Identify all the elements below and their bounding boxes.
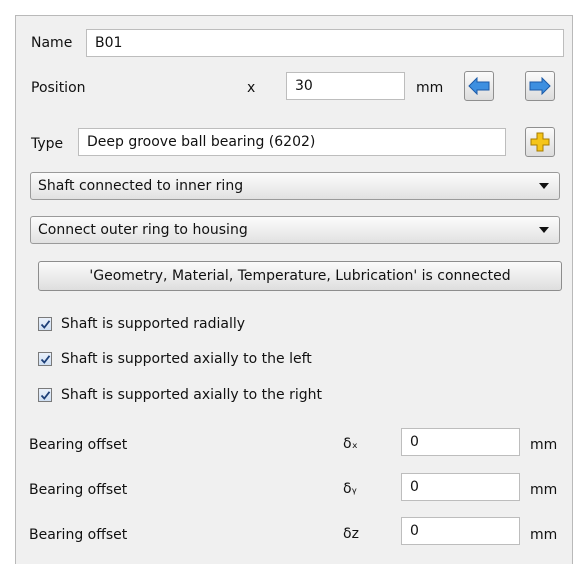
chevron-down-icon (539, 183, 549, 189)
move-right-button[interactable] (525, 71, 555, 101)
bearing-properties-panel: Name B01 Position x 30 mm Type Deep groo… (15, 15, 573, 564)
offset-z-input[interactable]: 0 (401, 517, 520, 545)
offset-z-symbol: δz (343, 526, 359, 542)
arrow-left-icon (468, 77, 490, 95)
offset-x-input[interactable]: 0 (401, 428, 520, 456)
inner-ring-select[interactable]: Shaft connected to inner ring (30, 172, 560, 200)
position-unit: mm (416, 80, 444, 96)
connect-properties-button[interactable]: 'Geometry, Material, Temperature, Lubric… (38, 261, 562, 291)
offset-y-symbol: δᵧ (343, 481, 357, 497)
support-axial-right-checkbox[interactable] (38, 388, 52, 402)
offset-z-label: Bearing offset (29, 527, 128, 543)
move-left-button[interactable] (464, 71, 494, 101)
offset-y-input[interactable]: 0 (401, 473, 520, 501)
checkmark-icon (40, 391, 51, 400)
position-label: Position (31, 80, 86, 96)
position-axis-label: x (247, 80, 256, 96)
support-axial-left-label: Shaft is supported axially to the left (61, 351, 312, 367)
inner-ring-select-value: Shaft connected to inner ring (38, 178, 244, 194)
offset-x-symbol: δₓ (343, 436, 358, 452)
position-x-input[interactable]: 30 (286, 72, 405, 100)
offset-y-unit: mm (530, 482, 558, 498)
offset-x-unit: mm (530, 437, 558, 453)
support-radial-checkbox[interactable] (38, 317, 52, 331)
name-input[interactable]: B01 (86, 29, 564, 57)
offset-x-label: Bearing offset (29, 437, 128, 453)
offset-z-unit: mm (530, 527, 558, 543)
offset-y-label: Bearing offset (29, 482, 128, 498)
arrow-right-icon (529, 77, 551, 95)
type-label: Type (31, 136, 64, 152)
support-axial-right-label: Shaft is supported axially to the right (61, 387, 322, 403)
plus-icon (530, 132, 550, 152)
select-type-button[interactable] (525, 127, 555, 157)
checkmark-icon (40, 320, 51, 329)
type-input[interactable]: Deep groove ball bearing (6202) (78, 128, 506, 156)
outer-ring-select[interactable]: Connect outer ring to housing (30, 216, 560, 244)
checkmark-icon (40, 355, 51, 364)
chevron-down-icon (539, 227, 549, 233)
name-label: Name (31, 35, 73, 51)
support-radial-label: Shaft is supported radially (61, 316, 246, 332)
outer-ring-select-value: Connect outer ring to housing (38, 222, 248, 238)
support-axial-left-checkbox[interactable] (38, 352, 52, 366)
